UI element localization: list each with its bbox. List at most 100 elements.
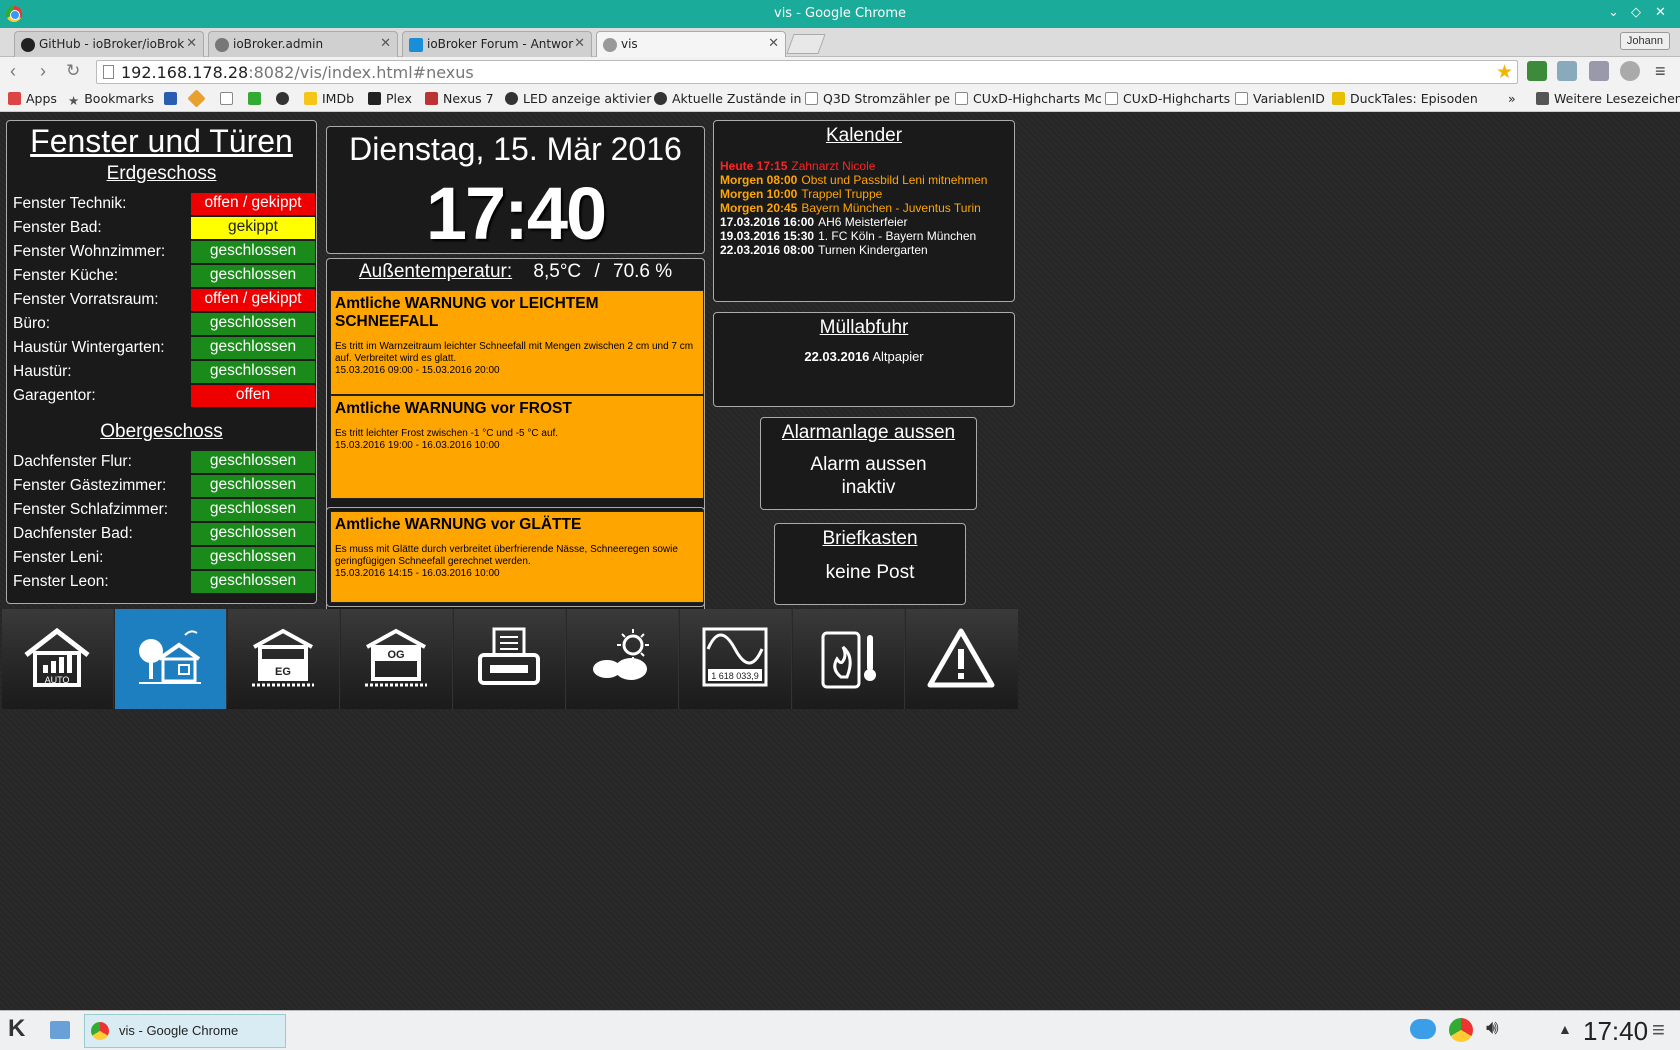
tab-iobroker-forum[interactable]: ioBroker Forum - Antwor ✕: [402, 31, 592, 57]
gear-icon: [215, 38, 229, 52]
calendar-entry-title: Bayern München - Juventus Turin: [801, 201, 981, 215]
bookmark-diamond[interactable]: [187, 89, 208, 108]
maximize-button[interactable]: ◇: [1631, 4, 1641, 20]
profile-button[interactable]: Johann: [1619, 32, 1670, 50]
menu-icon[interactable]: ≡: [1655, 61, 1666, 81]
tab-vis[interactable]: vis ✕: [596, 31, 786, 57]
bookmark-label: VariablenID: [1253, 91, 1325, 106]
chat-extension-icon[interactable]: [1620, 61, 1640, 81]
windows-doors-panel: Fenster und Türen Erdgeschoss Fenster Te…: [6, 120, 317, 604]
tab-iobroker-admin[interactable]: ioBroker.admin ✕: [208, 31, 398, 57]
tab-label: vis: [621, 37, 638, 51]
page-icon: [955, 92, 968, 105]
temperature-label: Außentemperatur:: [359, 261, 513, 282]
close-tab-icon[interactable]: ✕: [380, 36, 391, 51]
volume-icon[interactable]: 🔊︎: [1486, 1017, 1499, 1040]
nav-power[interactable]: 1 618 033,9: [680, 609, 792, 709]
bookmark-nexus7[interactable]: Nexus 7: [425, 91, 494, 106]
bookmark-other[interactable]: Weitere Lesezeichen: [1536, 91, 1680, 106]
warning-ice-panel: Amtliche WARNUNG vor GLÄTTE Es muss mit …: [326, 507, 705, 607]
waste-panel: Müllabfuhr 22.03.2016 Altpapier: [713, 312, 1015, 407]
window-status-row: Dachfenster Bad: geschlossen: [13, 523, 319, 545]
folder-icon: [1536, 92, 1549, 105]
mailbox-status: keine Post: [825, 562, 915, 583]
bookmark-apps[interactable]: Apps: [8, 91, 57, 106]
chrome-tray-icon[interactable]: [1449, 1018, 1473, 1042]
bookmark-dsm[interactable]: [164, 91, 182, 106]
clock-panel: Dienstag, 15. Mär 2016 17:40: [326, 126, 705, 255]
calendar-entry-title: 1. FC Köln - Bayern München: [818, 229, 977, 243]
back-icon[interactable]: ‹: [10, 61, 16, 81]
window-label: Fenster Küche:: [13, 267, 119, 284]
bookmark-circle[interactable]: [276, 91, 294, 106]
screenshot-extension-icon[interactable]: [1557, 61, 1577, 81]
meter-label: 1 618 033,9: [711, 671, 759, 681]
window-status-row: Fenster Vorratsraum: offen / gekippt: [13, 289, 319, 311]
bookmark-led[interactable]: LED anzeige aktivier: [505, 91, 651, 106]
more-bookmarks-button[interactable]: »: [1508, 91, 1516, 106]
nav-og[interactable]: OG: [341, 609, 453, 709]
tree-icon: [248, 92, 261, 105]
download-extension-icon[interactable]: [1527, 61, 1547, 81]
address-bar[interactable]: 192.168.178.28:8082/vis/index.html#nexus…: [96, 60, 1518, 84]
window-label: Dachfenster Flur:: [13, 453, 132, 470]
calendar-entry: 22.03.2016 08:00 Turnen Kindergarten: [720, 243, 987, 257]
taskbar-task-chrome[interactable]: vis - Google Chrome: [84, 1014, 286, 1048]
alarm-line1: Alarm aussen: [810, 454, 927, 475]
cloud-sync-icon[interactable]: [1410, 1019, 1436, 1039]
bookmark-variablenid[interactable]: VariablenID: [1235, 91, 1325, 106]
bookmark-imdb[interactable]: IMDb: [304, 91, 354, 106]
warning-title: Amtliche WARNUNG vor LEICHTEM SCHNEEFALL: [335, 295, 599, 330]
bookmark-zustaende[interactable]: Aktuelle Zustände in: [654, 91, 801, 106]
window-label: Fenster Gästezimmer:: [13, 477, 167, 494]
github-icon: [21, 38, 35, 52]
bookmark-bookmarks[interactable]: ★ Bookmarks: [68, 91, 154, 108]
mailbox-title: Briefkasten: [822, 528, 918, 549]
kde-menu-icon[interactable]: K: [8, 1015, 25, 1043]
calendar-entry-time: 22.03.2016 08:00: [720, 243, 815, 257]
window-status-badge: gekippt: [191, 217, 315, 239]
warning-frost: Amtliche WARNUNG vor FROST Es tritt leic…: [330, 395, 704, 499]
minimize-button[interactable]: ⌄: [1608, 4, 1619, 20]
house-og-icon: OG: [365, 628, 427, 687]
calendar-entry-time: 19.03.2016 15:30: [720, 229, 815, 243]
nav-fax[interactable]: [454, 609, 566, 709]
dropbox-extension-icon[interactable]: [1589, 61, 1609, 81]
tray-expand-icon[interactable]: ▲: [1558, 1021, 1572, 1037]
nav-eg[interactable]: EG: [228, 609, 340, 709]
bookmark-q3d[interactable]: Q3D Stromzähler pe: [805, 91, 950, 106]
circle-plus-icon: [505, 92, 518, 105]
bookmark-page[interactable]: [220, 91, 238, 106]
nav-weather[interactable]: [567, 609, 679, 709]
file-manager-icon[interactable]: [50, 1021, 70, 1039]
alarm-line2: inaktiv: [841, 477, 896, 498]
humidity-value: 70.6 %: [613, 261, 673, 282]
bookmark-plex[interactable]: Plex: [368, 91, 412, 106]
reload-icon[interactable]: ↻: [66, 61, 80, 81]
bookmark-cuxd[interactable]: CUxD-Highcharts: [1105, 91, 1230, 106]
close-window-button[interactable]: ✕: [1655, 4, 1666, 20]
new-tab-button[interactable]: [786, 34, 826, 54]
bookmark-cuxd-mc[interactable]: CUxD-Highcharts Mc: [955, 91, 1102, 106]
alarm-title: Alarmanlage aussen: [781, 422, 956, 443]
calendar-list: Heute 17:15 Zahnarzt Nicole Morgen 08:00 Ob…: [720, 159, 987, 257]
nav-garden[interactable]: [115, 609, 227, 709]
desktop-menu-icon[interactable]: ≡: [1652, 1017, 1665, 1043]
bookmark-label: LED anzeige aktivier: [523, 91, 652, 106]
window-status-badge: geschlossen: [191, 499, 315, 521]
close-tab-icon[interactable]: ✕: [186, 36, 197, 51]
tab-github[interactable]: GitHub - ioBroker/ioBrok ✕: [14, 31, 204, 57]
bookmark-ducktales[interactable]: DuckTales: Episoden: [1332, 91, 1478, 106]
nav-auto[interactable]: AUTO: [2, 609, 114, 709]
tab-label: ioBroker Forum - Antwor: [427, 37, 574, 51]
forward-icon[interactable]: ›: [40, 61, 46, 81]
close-tab-icon[interactable]: ✕: [768, 36, 779, 51]
alarm-panel[interactable]: Alarmanlage aussen Alarm aussen inaktiv: [760, 417, 977, 510]
nav-warnings[interactable]: [906, 609, 1018, 709]
warning-text: Es tritt im Warnzeitraum leichter Schnee…: [335, 341, 694, 364]
nav-heating[interactable]: [793, 609, 905, 709]
close-tab-icon[interactable]: ✕: [574, 36, 585, 51]
bookmark-star-icon[interactable]: ★: [1496, 61, 1513, 83]
bookmark-tree[interactable]: [248, 91, 266, 106]
window-status-row: Fenster Leni: geschlossen: [13, 547, 319, 569]
